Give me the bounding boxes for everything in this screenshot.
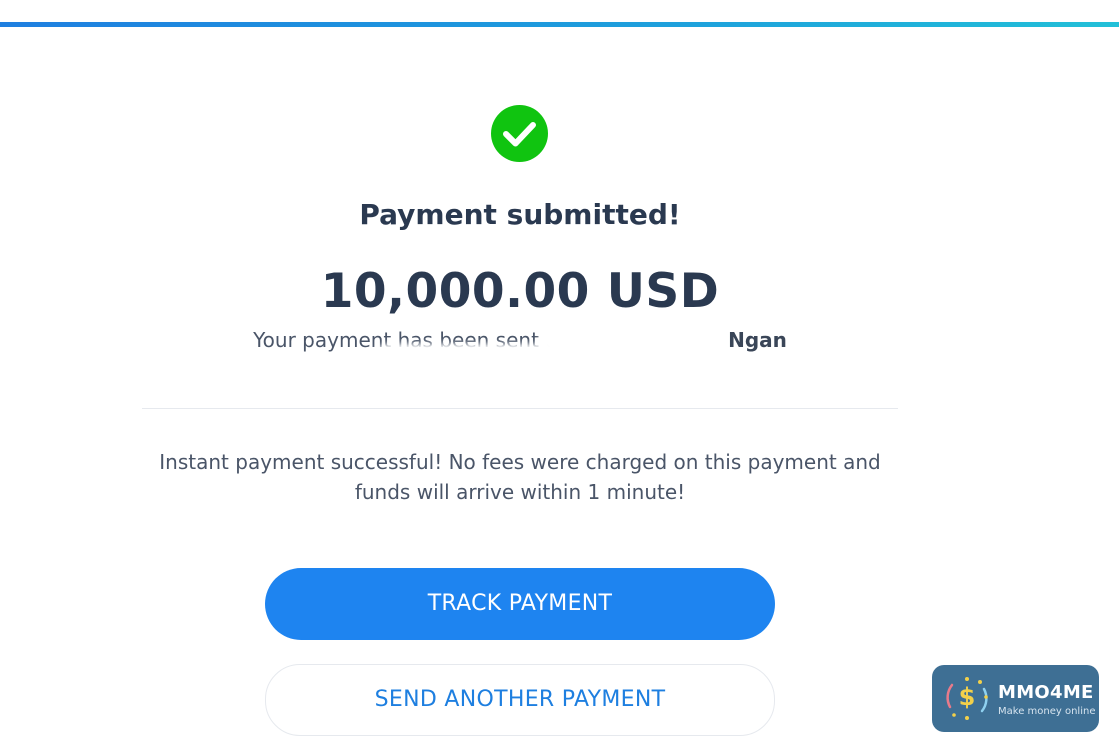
recipient-name: Ngan bbox=[728, 328, 787, 352]
status-title: Payment submitted! bbox=[359, 198, 681, 231]
section-divider bbox=[142, 408, 898, 409]
svg-text:$: $ bbox=[959, 683, 976, 711]
send-another-payment-button[interactable]: SEND ANOTHER PAYMENT bbox=[265, 664, 775, 736]
check-circle-icon bbox=[491, 105, 548, 162]
top-accent-bar bbox=[0, 22, 1119, 27]
redaction-mask bbox=[378, 349, 678, 371]
payment-confirmation-page: Payment submitted! 10,000.00 USD Your pa… bbox=[0, 0, 1119, 746]
watermark-tagline: Make money online bbox=[998, 706, 1096, 717]
track-payment-button[interactable]: TRACK PAYMENT bbox=[265, 568, 775, 640]
payment-amount: 10,000.00 USD bbox=[320, 264, 720, 319]
instant-payment-notice: Instant payment successful! No fees were… bbox=[159, 450, 881, 504]
redaction-mask bbox=[545, 328, 703, 348]
watermark-brand: MMO4ME bbox=[998, 682, 1094, 703]
dollar-coin-icon: $ bbox=[940, 671, 994, 725]
mmo4me-watermark: $ MMO4ME Make money online bbox=[932, 665, 1099, 732]
